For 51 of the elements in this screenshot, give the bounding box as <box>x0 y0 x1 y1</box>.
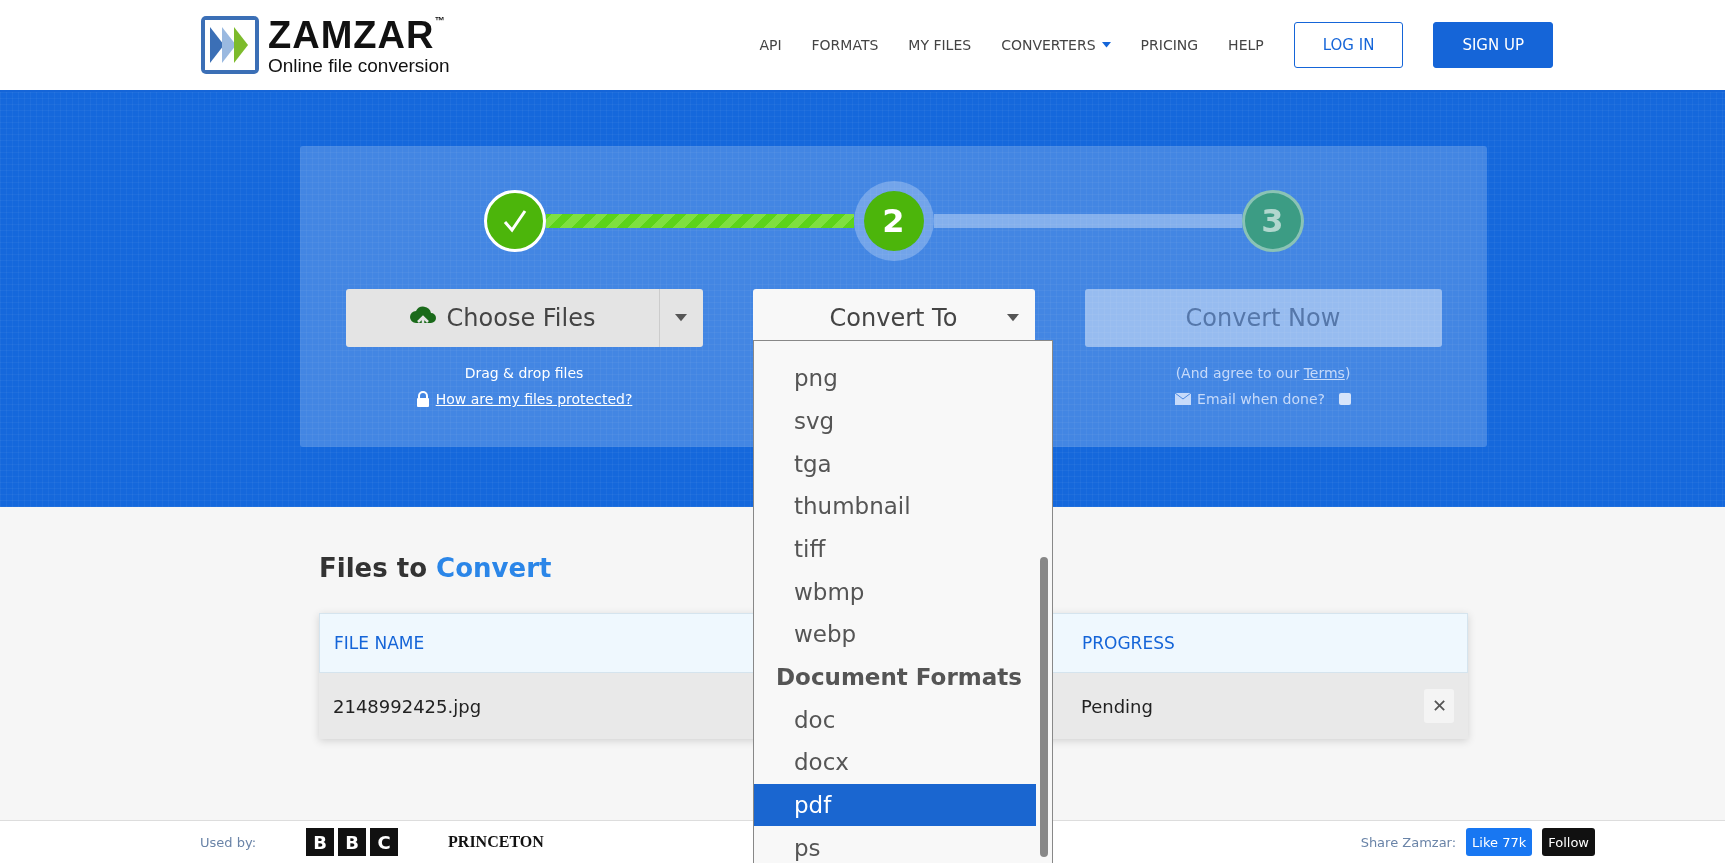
column-header: PROGRESS <box>1082 633 1175 653</box>
format-option[interactable]: doc <box>754 698 1036 742</box>
share-label: Share Zamzar: <box>1360 834 1457 850</box>
format-option[interactable]: webp <box>754 613 1036 656</box>
scrollbar-thumb[interactable] <box>1040 557 1048 857</box>
caret-icon <box>1101 42 1111 48</box>
caret-icon <box>675 314 687 322</box>
format-option[interactable]: tiff <box>754 527 1036 571</box>
sign-up-button[interactable]: SIGN UP <box>1433 22 1553 68</box>
format-option[interactable]: svg <box>754 399 1036 443</box>
drag-drop-hint: Drag & drop files <box>464 365 584 381</box>
step-circle: 2 <box>853 181 934 261</box>
table-cell: Pending <box>1081 695 1153 717</box>
caret-icon <box>1006 314 1019 322</box>
format-option[interactable]: tga <box>754 442 1036 485</box>
bbc-logo-letter: B <box>338 828 367 856</box>
format-option[interactable]: thumbnail <box>754 485 1036 528</box>
mail-icon <box>1175 393 1192 405</box>
remove-button[interactable]: ✕ <box>1424 689 1454 723</box>
format-option[interactable]: pdf <box>754 783 1036 827</box>
bbc-logo-letter: B <box>306 828 335 856</box>
like-button[interactable]: Like 77k <box>1466 828 1533 856</box>
format-option[interactable]: wbmp <box>754 570 1036 614</box>
nav-link[interactable]: FORMATS <box>811 37 879 53</box>
step-circle: 3 <box>1241 190 1304 252</box>
follow-button[interactable]: Follow <box>1542 828 1595 856</box>
option-group-label: Document Formats <box>775 663 1023 693</box>
bbc-logo-letter: C <box>370 828 399 856</box>
choose-files-button[interactable]: Choose Files <box>345 289 659 347</box>
column-header: FILE NAME <box>334 633 425 653</box>
nav-link[interactable]: PRICING <box>1140 37 1199 53</box>
email-label: Email when done? <box>1197 391 1325 407</box>
section-title: Files to Convert <box>319 553 552 583</box>
used-by-label: Used by: <box>200 834 257 850</box>
agree-text: (And agree to our Terms) <box>1175 365 1351 381</box>
table-cell: 2148992425.jpg <box>333 695 482 717</box>
options-caret-button[interactable] <box>658 289 703 347</box>
nav-link[interactable]: API <box>759 37 782 53</box>
format-option[interactable]: ps <box>754 826 1036 863</box>
lock-icon <box>415 391 430 407</box>
princeton-logo: PRINCETON <box>448 833 544 851</box>
nav-link[interactable]: CONVERTERS <box>1001 37 1111 53</box>
nav-link[interactable]: HELP <box>1228 37 1264 53</box>
files-protected-link[interactable]: How are my files protected? <box>435 391 633 407</box>
format-option[interactable]: docx <box>754 741 1036 784</box>
logo-icon <box>200 15 260 75</box>
brand-tagline: Online file conversion <box>268 55 450 75</box>
log-in-button[interactable]: LOG IN <box>1293 22 1404 68</box>
format-option[interactable]: png <box>754 357 1036 400</box>
brand-name: ZAMZAR™ <box>268 15 447 54</box>
nav-link[interactable]: MY FILES <box>908 37 972 53</box>
